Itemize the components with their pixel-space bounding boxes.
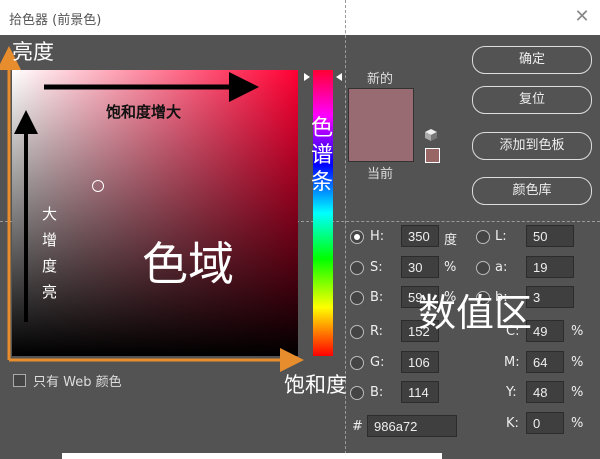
- annotation-brightness-increase: 大 增 度 亮: [42, 201, 60, 305]
- annotation-char: 亮: [42, 283, 58, 301]
- annotation-brightness: 亮度: [12, 40, 54, 64]
- annotation-numeric-area: 数值区: [418, 291, 533, 335]
- annotation-char: 色: [310, 116, 333, 141]
- annotation-char: 增: [42, 231, 58, 249]
- annotation-char: 条: [310, 170, 333, 195]
- bottom-white-strip: [62, 453, 442, 459]
- annotation-char: 度: [42, 257, 58, 275]
- annotation-gamut: 色域: [142, 237, 234, 291]
- annotation-saturation: 饱和度: [284, 373, 347, 397]
- annotation-char: 大: [42, 205, 58, 223]
- annotation-saturation-increase: 饱和度增大: [106, 103, 182, 121]
- annotation-spectrum: 色 谱 条: [309, 115, 335, 196]
- annotation-char: 谱: [310, 143, 333, 168]
